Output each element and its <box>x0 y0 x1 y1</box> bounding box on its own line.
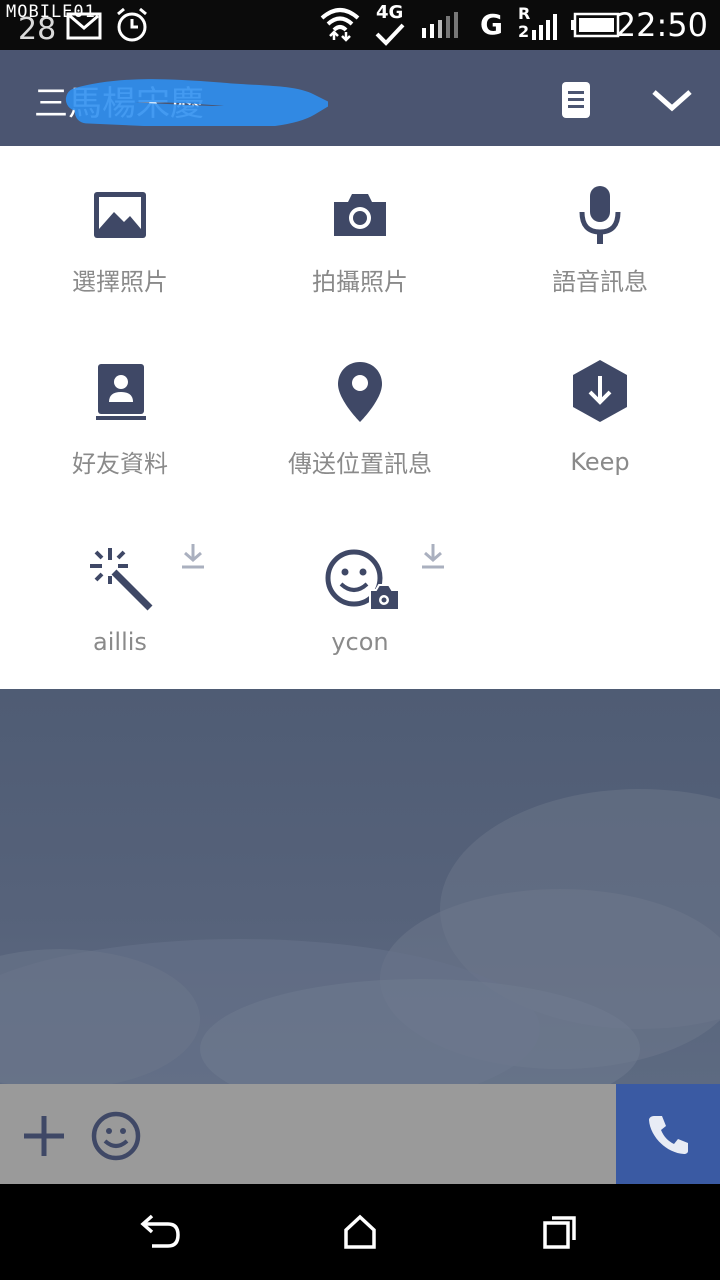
friend-profile-button[interactable]: 好友資料 <box>0 326 240 506</box>
aillis-label: aillis <box>93 628 147 656</box>
smiley-camera-icon <box>325 549 400 611</box>
contact-card-icon <box>96 364 146 420</box>
check-icon <box>375 23 405 46</box>
take-photo-label: 拍攝照片 <box>312 268 408 296</box>
aillis-button[interactable]: aillis <box>0 506 240 686</box>
location-pin-icon <box>338 362 382 422</box>
voice-message-label: 語音訊息 <box>552 268 648 296</box>
cloud-background-image <box>0 789 720 1084</box>
redaction-scribble <box>65 79 328 126</box>
alarm-icon <box>117 7 147 42</box>
system-nav-bar <box>0 1184 720 1280</box>
recent-apps-icon[interactable] <box>542 1214 578 1250</box>
attachment-menu: 選擇照片 拍攝照片 語音訊息 好友資料 傳送位置訊息 Keep aillis y… <box>0 146 720 689</box>
photo-gallery-icon <box>94 192 146 238</box>
friend-profile-label: 好友資料 <box>72 450 168 478</box>
home-icon[interactable] <box>342 1214 378 1250</box>
download-icon[interactable] <box>180 542 206 570</box>
roaming-signal-icon: R 2 <box>516 4 562 46</box>
plus-icon[interactable] <box>22 1114 66 1158</box>
take-photo-button[interactable]: 拍攝照片 <box>240 146 480 326</box>
phone-icon <box>649 1116 688 1154</box>
magic-wand-icon <box>90 548 153 611</box>
voice-message-button[interactable]: 語音訊息 <box>480 146 720 326</box>
download-icon[interactable] <box>420 542 446 570</box>
sim-index: 2 <box>518 22 530 41</box>
chevron-down-icon[interactable] <box>650 86 694 114</box>
send-location-button[interactable]: 傳送位置訊息 <box>240 326 480 506</box>
choose-photo-button[interactable]: 選擇照片 <box>0 146 240 326</box>
camera-icon <box>334 194 386 236</box>
back-icon[interactable] <box>138 1214 182 1250</box>
carrier-letter: G <box>480 8 503 41</box>
chat-background <box>0 689 720 1084</box>
choose-photo-label: 選擇照片 <box>72 268 168 296</box>
send-location-label: 傳送位置訊息 <box>288 450 432 478</box>
emoji-icon[interactable] <box>90 1110 142 1162</box>
call-button[interactable] <box>616 1084 720 1184</box>
signal-bars-2-icon <box>532 14 557 40</box>
message-input-bar <box>0 1084 616 1184</box>
status-time: 22:50 <box>615 6 708 44</box>
status-bar: 28 MOBILE01 4G G R 2 22:50 <box>0 0 720 50</box>
signal-bars-icon <box>422 12 458 38</box>
keep-label: Keep <box>570 448 630 476</box>
chat-header: 三馬楊宋慶 <box>0 50 720 146</box>
microphone-icon <box>579 186 621 244</box>
wifi-icon <box>320 8 360 42</box>
note-icon[interactable] <box>558 80 594 120</box>
roaming-letter: R <box>518 4 531 23</box>
network-4g-icon: 4G <box>374 2 408 48</box>
battery-icon <box>571 12 620 38</box>
ycon-label: ycon <box>331 628 389 656</box>
ycon-button[interactable]: ycon <box>240 506 480 686</box>
mail-icon <box>66 12 102 40</box>
keep-download-icon <box>573 360 627 422</box>
network-type-label: 4G <box>376 2 404 23</box>
keep-button[interactable]: Keep <box>480 326 720 506</box>
